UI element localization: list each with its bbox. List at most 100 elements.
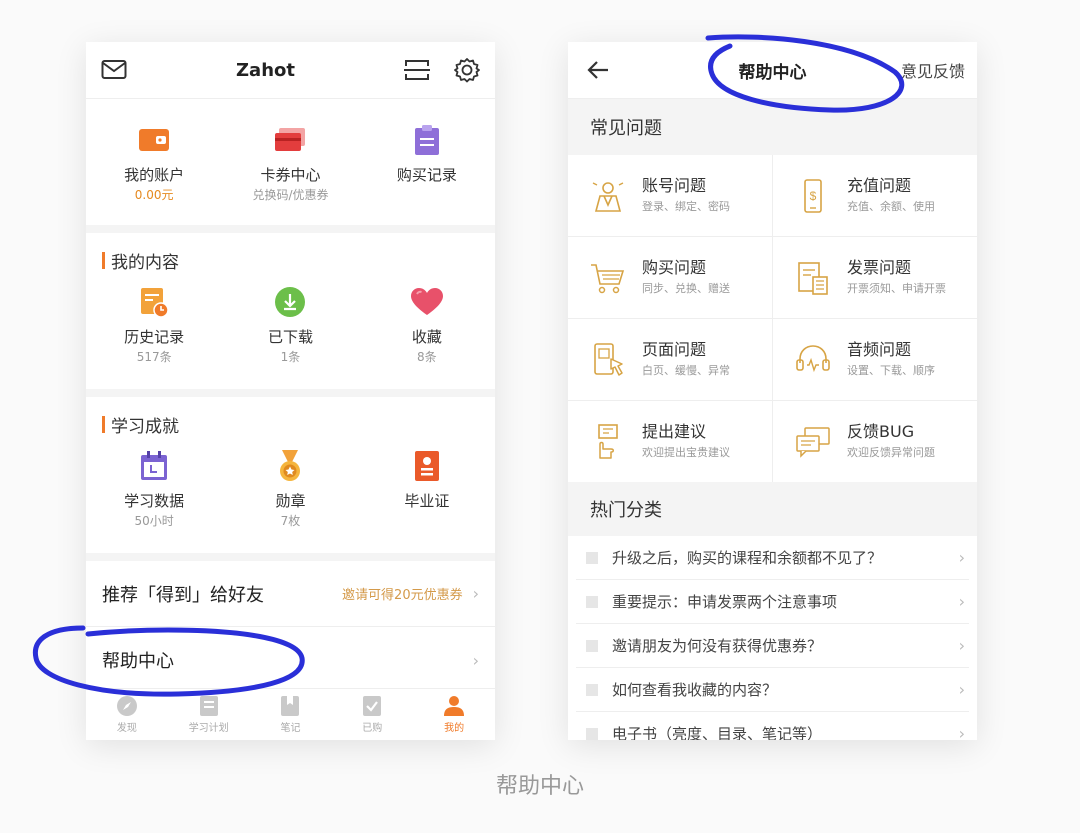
downloaded-count: 1条 xyxy=(280,350,301,364)
invoice-icon xyxy=(795,260,831,296)
history-count: 517条 xyxy=(136,350,172,364)
medals-label: 勋章 xyxy=(275,492,306,510)
favorites-count: 8条 xyxy=(417,350,437,364)
note-icon xyxy=(281,696,300,716)
bottom-tab-bar: 发现 学习计划 笔记 已购 我的 xyxy=(86,688,495,740)
suggest-icon xyxy=(590,423,626,460)
recommend-row[interactable]: 推荐「得到」给好友 邀请可得20元优惠券 › xyxy=(86,561,495,627)
tab-me[interactable]: 我的 xyxy=(413,689,495,740)
feedback-link[interactable]: 意见反馈 xyxy=(901,58,965,82)
tab-notes[interactable]: 笔记 xyxy=(250,689,332,740)
achievement-item-certificate[interactable]: 毕业证 xyxy=(359,445,495,531)
chevron-right-icon: › xyxy=(958,636,965,655)
tab-study-plan[interactable]: 学习计划 xyxy=(168,689,250,740)
my-content-card: 我的内容 历史记录 517条 已下载 1条 收藏 8条 xyxy=(86,233,495,389)
help-center-screen: 帮助中心 意见反馈 常见问题 账号问题 登录、绑定、密码 $ 充值问题 充值、余额、… xyxy=(568,42,977,740)
achievements-card: 学习成就 学习数据 50小时 勋章 7枚 毕业证 xyxy=(86,397,495,553)
cart-icon xyxy=(590,260,626,296)
gear-icon[interactable] xyxy=(453,56,481,84)
favorites-label: 收藏 xyxy=(411,328,442,346)
heart-icon xyxy=(410,285,444,319)
headphones-icon xyxy=(795,342,831,378)
achievements-heading: 学习成就 xyxy=(86,397,495,439)
study-data-hours: 50小时 xyxy=(134,514,174,528)
list-item[interactable]: 电子书（亮度、目录、笔记等） › xyxy=(576,712,969,740)
chevron-right-icon: › xyxy=(958,548,965,567)
svg-text:$: $ xyxy=(810,189,817,203)
back-arrow-icon[interactable] xyxy=(584,56,612,84)
hot-categories-list: 升级之后，购买的课程和余额都不见了？ › 重要提示：申请发票两个注意事项 › 邀请朋… xyxy=(568,536,977,740)
faq-item-purchase[interactable]: 购买问题 同步、兑换、赠送 xyxy=(568,237,772,318)
image-caption: 帮助中心 xyxy=(495,774,584,799)
faq-grid: 账号问题 登录、绑定、密码 $ 充值问题 充值、余额、使用 购买问题 同步、兑换、赠送… xyxy=(568,155,977,482)
chat-icon xyxy=(795,424,831,460)
chevron-right-icon: › xyxy=(472,584,479,603)
scan-icon[interactable] xyxy=(403,56,431,84)
faq-item-page[interactable]: 页面问题 白页、缓慢、异常 xyxy=(568,319,772,400)
user-icon xyxy=(444,696,465,716)
account-card: 我的账户 0.00元 卡券中心 兑换码/优惠券 购买记录 xyxy=(86,99,495,225)
purchases-label: 购买记录 xyxy=(396,166,457,184)
tab-purchased[interactable]: 已购 xyxy=(331,689,413,740)
wallet-icon xyxy=(137,123,171,157)
list-item[interactable]: 邀请朋友为何没有获得优惠券？ › xyxy=(576,624,969,668)
chevron-right-icon: › xyxy=(958,592,965,611)
profile-title: Zahot xyxy=(236,59,295,81)
page-icon xyxy=(590,342,626,378)
download-icon xyxy=(273,285,307,319)
my-content-heading: 我的内容 xyxy=(86,233,495,275)
chevron-right-icon: › xyxy=(958,724,965,740)
tab-discover[interactable]: 发现 xyxy=(86,689,168,740)
recharge-icon: $ xyxy=(795,178,831,214)
purchased-icon xyxy=(363,696,382,716)
recommend-label: 推荐「得到」给好友 xyxy=(102,584,264,606)
faq-item-recharge[interactable]: $ 充值问题 充值、余额、使用 xyxy=(773,155,977,236)
faq-item-bug[interactable]: 反馈BUG 欢迎反馈异常问题 xyxy=(773,401,977,482)
study-data-label: 学习数据 xyxy=(124,492,185,510)
account-balance: 0.00元 xyxy=(134,188,174,202)
faq-item-account[interactable]: 账号问题 登录、绑定、密码 xyxy=(568,155,772,236)
faq-heading: 常见问题 xyxy=(568,99,977,155)
medal-icon xyxy=(273,449,307,483)
content-item-downloaded[interactable]: 已下载 1条 xyxy=(222,281,358,367)
account-item-purchases[interactable]: 购买记录 xyxy=(359,119,495,205)
account-item-wallet[interactable]: 我的账户 0.00元 xyxy=(86,119,222,205)
medals-count: 7枚 xyxy=(280,514,301,528)
compass-icon xyxy=(116,696,137,716)
list-item[interactable]: 重要提示：申请发票两个注意事项 › xyxy=(576,580,969,624)
hot-categories-heading: 热门分类 xyxy=(568,482,977,536)
content-item-favorites[interactable]: 收藏 8条 xyxy=(359,281,495,367)
help-center-label: 帮助中心 xyxy=(102,651,174,672)
my-profile-screen: Zahot 我的账户 0.00元 卡券中心 兑换码/优惠券 购买记录 我的内容 … xyxy=(86,42,495,740)
history-label: 历史记录 xyxy=(124,328,185,346)
achievement-item-study-data[interactable]: 学习数据 50小时 xyxy=(86,445,222,531)
account-label: 我的账户 xyxy=(124,166,185,184)
content-item-history[interactable]: 历史记录 517条 xyxy=(86,281,222,367)
faq-item-invoice[interactable]: 发票问题 开票须知、申请开票 xyxy=(773,237,977,318)
plan-icon xyxy=(199,696,218,716)
faq-item-audio[interactable]: 音频问题 设置、下载、顺序 xyxy=(773,319,977,400)
profile-header: Zahot xyxy=(86,42,495,99)
chevron-right-icon: › xyxy=(472,650,479,670)
help-title: 帮助中心 xyxy=(738,62,807,83)
help-center-row[interactable]: 帮助中心 › xyxy=(86,627,495,693)
achievement-item-medals[interactable]: 勋章 7枚 xyxy=(222,445,358,531)
mail-icon[interactable] xyxy=(100,56,128,84)
faq-item-suggestion[interactable]: 提出建议 欢迎提出宝贵建议 xyxy=(568,401,772,482)
card-icon xyxy=(273,123,307,157)
chevron-right-icon: › xyxy=(958,680,965,699)
certificate-icon xyxy=(410,449,444,483)
history-icon xyxy=(137,285,171,319)
help-header: 帮助中心 意见反馈 xyxy=(568,42,977,99)
certificate-label: 毕业证 xyxy=(404,492,450,510)
calendar-icon xyxy=(137,449,171,483)
list-item[interactable]: 升级之后，购买的课程和余额都不见了？ › xyxy=(576,536,969,580)
coupons-label: 卡券中心 xyxy=(260,166,321,184)
list-item[interactable]: 如何查看我收藏的内容？ › xyxy=(576,668,969,712)
clipboard-icon xyxy=(410,123,444,157)
account-item-coupons[interactable]: 卡券中心 兑换码/优惠券 xyxy=(222,119,358,205)
coupons-sub: 兑换码/优惠券 xyxy=(252,188,329,202)
account-icon xyxy=(590,178,626,214)
recommend-promo: 邀请可得20元优惠券 xyxy=(342,588,463,603)
downloaded-label: 已下载 xyxy=(267,328,313,346)
